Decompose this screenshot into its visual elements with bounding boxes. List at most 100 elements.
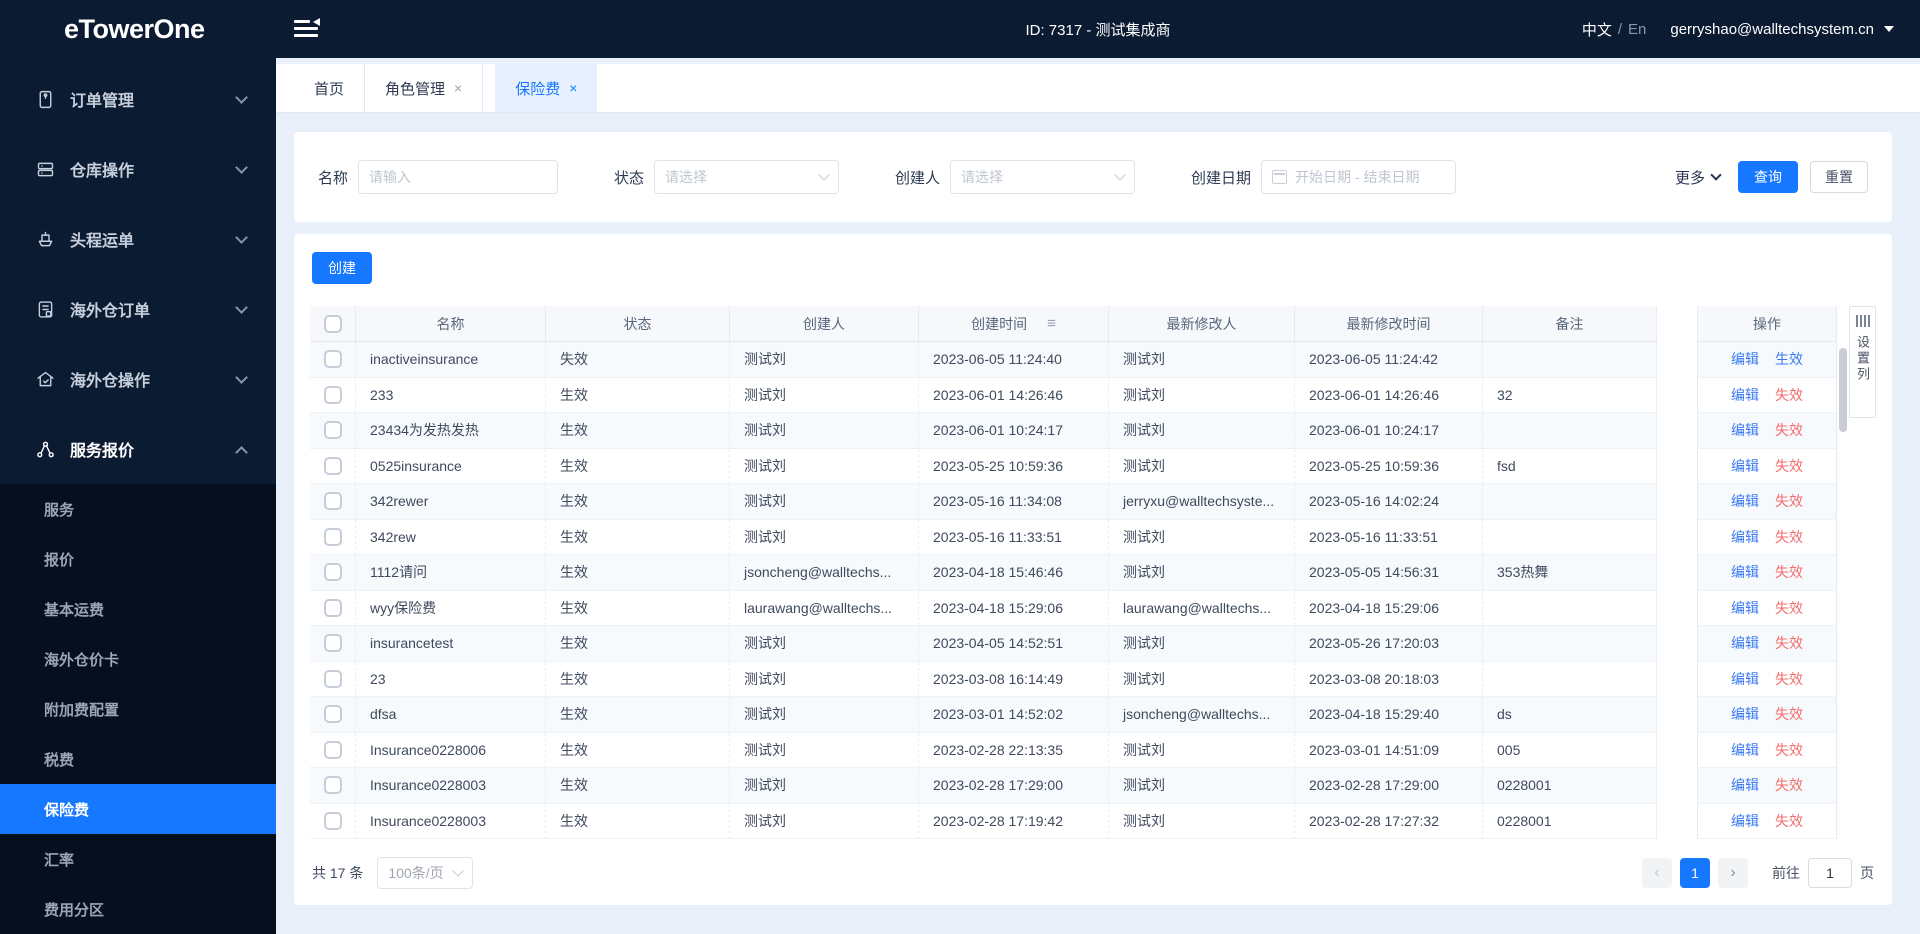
goto-page-input[interactable] xyxy=(1808,858,1852,888)
lang-switch-zh[interactable]: 中文 xyxy=(1582,19,1612,40)
cell-creator: 测试刘 xyxy=(730,626,919,662)
user-menu[interactable]: gerryshao@walltechsystem.cn xyxy=(1670,21,1874,38)
edit-link[interactable]: 编辑 xyxy=(1731,704,1759,724)
edit-link[interactable]: 编辑 xyxy=(1731,775,1759,795)
cell-created-time: 2023-05-25 10:59:36 xyxy=(919,449,1109,485)
sidebar-submenu-item[interactable]: 基本运费 xyxy=(0,584,276,634)
toggle-status-link[interactable]: 失效 xyxy=(1775,456,1803,476)
toggle-status-link[interactable]: 生效 xyxy=(1775,349,1803,369)
row-checkbox[interactable] xyxy=(324,705,342,723)
toggle-status-link[interactable]: 失效 xyxy=(1775,669,1803,689)
column-settings-panel[interactable]: 设置列 xyxy=(1849,306,1876,418)
sidebar-item-service-quote[interactable]: 服务报价 xyxy=(0,414,276,484)
row-checkbox[interactable] xyxy=(324,386,342,404)
sidebar-submenu-item[interactable]: 海外仓价卡 xyxy=(0,634,276,684)
row-checkbox[interactable] xyxy=(324,528,342,546)
edit-link[interactable]: 编辑 xyxy=(1731,349,1759,369)
sidebar-submenu-item[interactable]: 汇率 xyxy=(0,834,276,884)
cell-modified-time: 2023-05-25 10:59:36 xyxy=(1295,449,1483,485)
edit-link[interactable]: 编辑 xyxy=(1731,385,1759,405)
creator-filter-label: 创建人 xyxy=(895,167,940,188)
sidebar-item-overseas-order[interactable]: 海外仓订单 xyxy=(0,274,276,344)
edit-link[interactable]: 编辑 xyxy=(1731,491,1759,511)
prev-page-button[interactable]: ‹ xyxy=(1642,858,1672,888)
row-checkbox[interactable] xyxy=(324,457,342,475)
edit-link[interactable]: 编辑 xyxy=(1731,527,1759,547)
column-sort-icon[interactable]: ≡ xyxy=(1047,316,1056,331)
sidebar-submenu-item[interactable]: 报价 xyxy=(0,534,276,584)
service-quote-icon xyxy=(34,438,56,460)
user-menu-caret-icon[interactable] xyxy=(1884,26,1894,37)
edit-link[interactable]: 编辑 xyxy=(1731,562,1759,582)
toggle-status-link[interactable]: 失效 xyxy=(1775,420,1803,440)
scrollbar-thumb[interactable] xyxy=(1839,348,1847,432)
edit-link[interactable]: 编辑 xyxy=(1731,740,1759,760)
more-filters-toggle[interactable]: 更多 xyxy=(1675,167,1720,188)
search-button[interactable]: 查询 xyxy=(1738,161,1798,193)
sidebar-submenu-item[interactable]: 附加费配置 xyxy=(0,684,276,734)
row-checkbox[interactable] xyxy=(324,634,342,652)
cell-modified-time: 2023-06-01 10:24:17 xyxy=(1295,413,1483,449)
edit-link[interactable]: 编辑 xyxy=(1731,598,1759,618)
sidebar-item-warehouse[interactable]: 仓库操作 xyxy=(0,134,276,204)
topbar: eTowerOne ID: 7317 - 测试集成商 中文 / En gerry… xyxy=(0,0,1920,58)
cell-status: 生效 xyxy=(546,697,730,733)
toggle-status-link[interactable]: 失效 xyxy=(1775,598,1803,618)
row-checkbox[interactable] xyxy=(324,563,342,581)
cell-remark: 0228001 xyxy=(1483,768,1657,804)
edit-link[interactable]: 编辑 xyxy=(1731,811,1759,831)
tab-首页[interactable]: 首页 xyxy=(294,64,365,112)
toggle-status-link[interactable]: 失效 xyxy=(1775,385,1803,405)
edit-link[interactable]: 编辑 xyxy=(1731,456,1759,476)
sidebar-submenu-item[interactable]: 税费 xyxy=(0,734,276,784)
sidebar-item-overseas-ops[interactable]: 海外仓操作 xyxy=(0,344,276,414)
toggle-status-link[interactable]: 失效 xyxy=(1775,562,1803,582)
row-checkbox[interactable] xyxy=(324,812,342,830)
toggle-status-link[interactable]: 失效 xyxy=(1775,633,1803,653)
creator-filter-select[interactable]: 请选择 xyxy=(950,160,1135,194)
toggle-status-link[interactable]: 失效 xyxy=(1775,740,1803,760)
date-range-picker[interactable]: 开始日期 - 结束日期 xyxy=(1261,160,1456,194)
warehouse-icon xyxy=(34,158,56,180)
tab-close-icon[interactable]: × xyxy=(569,81,577,95)
page-size-select[interactable]: 100条/页 xyxy=(377,857,473,889)
cell-status: 生效 xyxy=(546,520,730,556)
edit-link[interactable]: 编辑 xyxy=(1731,669,1759,689)
chevron-icon xyxy=(235,161,248,174)
cell-status: 生效 xyxy=(546,733,730,769)
toggle-status-link[interactable]: 失效 xyxy=(1775,775,1803,795)
sidebar-item-order[interactable]: 订单管理 xyxy=(0,64,276,134)
status-filter-select[interactable]: 请选择 xyxy=(654,160,839,194)
cell-creator: 测试刘 xyxy=(730,342,919,378)
toggle-status-link[interactable]: 失效 xyxy=(1775,527,1803,547)
toggle-status-link[interactable]: 失效 xyxy=(1775,491,1803,511)
edit-link[interactable]: 编辑 xyxy=(1731,633,1759,653)
row-checkbox[interactable] xyxy=(324,421,342,439)
row-checkbox[interactable] xyxy=(324,350,342,368)
row-checkbox[interactable] xyxy=(324,599,342,617)
tab-保险费[interactable]: 保险费× xyxy=(495,64,597,112)
toggle-status-link[interactable]: 失效 xyxy=(1775,811,1803,831)
row-checkbox[interactable] xyxy=(324,492,342,510)
reset-button[interactable]: 重置 xyxy=(1810,161,1868,193)
select-all-checkbox[interactable] xyxy=(324,315,342,333)
edit-link[interactable]: 编辑 xyxy=(1731,420,1759,440)
sidebar-submenu-item[interactable]: 保险费 xyxy=(0,784,276,834)
page-1-button[interactable]: 1 xyxy=(1680,858,1710,888)
row-checkbox[interactable] xyxy=(324,776,342,794)
tab-close-icon[interactable]: × xyxy=(454,81,462,95)
create-button[interactable]: 创建 xyxy=(312,252,372,284)
row-checkbox[interactable] xyxy=(324,670,342,688)
name-filter-input[interactable] xyxy=(358,160,558,194)
lang-switch-en[interactable]: En xyxy=(1628,21,1646,38)
next-page-button[interactable]: › xyxy=(1718,858,1748,888)
sidebar-item-ship[interactable]: 头程运单 xyxy=(0,204,276,274)
toggle-status-link[interactable]: 失效 xyxy=(1775,704,1803,724)
cell-modified-time: 2023-02-28 17:29:00 xyxy=(1295,768,1483,804)
sidebar-submenu-item[interactable]: 费用分区 xyxy=(0,884,276,934)
cell-created-time: 2023-03-01 14:52:02 xyxy=(919,697,1109,733)
tab-角色管理[interactable]: 角色管理× xyxy=(365,64,483,112)
sidebar-submenu-item[interactable]: 服务 xyxy=(0,484,276,534)
cell-created-time: 2023-03-08 16:14:49 xyxy=(919,662,1109,698)
row-checkbox[interactable] xyxy=(324,741,342,759)
